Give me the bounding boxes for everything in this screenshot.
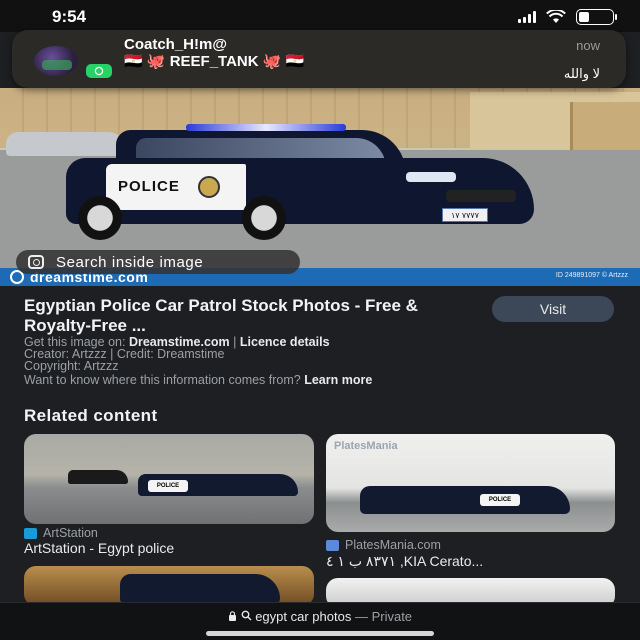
- status-time: 9:54: [52, 7, 87, 26]
- related-image[interactable]: POLICE: [24, 434, 314, 524]
- police-car: [120, 574, 280, 604]
- notification-banner[interactable]: Coatch_H!m@ 🇪🇬 🐙 REEF_TANK 🐙 🇪🇬 now لا و…: [12, 30, 626, 88]
- watermark-id: ID 249891097 © Artzzz: [555, 272, 628, 279]
- grille: [446, 190, 516, 202]
- visit-button[interactable]: Visit: [492, 296, 614, 322]
- search-inside-image-label: Search inside image: [56, 253, 204, 271]
- battery-icon: [576, 9, 617, 25]
- platesmania-watermark: PlatesMania: [334, 440, 398, 452]
- cellular-signal-icon: [518, 11, 536, 23]
- police-car: POLICE ٧٧٧٧ ١٧: [66, 124, 534, 240]
- wifi-icon: [546, 10, 566, 23]
- related-source[interactable]: PlatesMania.com: [326, 538, 441, 552]
- notification-subtitle: 🇪🇬 🐙 REEF_TANK 🐙 🇪🇬: [124, 53, 305, 70]
- police-label: POLICE: [148, 480, 188, 492]
- related-title[interactable]: ٨٣٧١ ب ١ ٤ ,KIA Cerato...: [326, 553, 483, 570]
- search-icon: [241, 609, 256, 624]
- background-car: [68, 470, 128, 484]
- search-inside-image-button[interactable]: Search inside image: [16, 250, 300, 274]
- light-bar: [186, 124, 346, 131]
- lens-icon: [28, 255, 44, 269]
- police-car: POLICE: [138, 474, 298, 496]
- home-indicator[interactable]: [206, 631, 434, 636]
- police-label: POLICE: [118, 178, 180, 195]
- private-mode-label: Private: [371, 609, 413, 624]
- license-plate: ٧٧٧٧ ١٧: [442, 208, 488, 222]
- info-line: Want to know where this information come…: [24, 373, 373, 387]
- status-bar: 9:54: [0, 0, 640, 32]
- notification-time: now: [576, 38, 600, 53]
- background-building: [570, 102, 640, 152]
- police-emblem-icon: [198, 176, 220, 198]
- copyright-line: Copyright: Artzzz: [24, 359, 119, 373]
- url-text: egypt car photos: [255, 609, 352, 624]
- police-label: POLICE: [480, 494, 520, 506]
- avatar: [34, 46, 78, 76]
- bottom-url-bar[interactable]: egypt car photos — Private: [0, 602, 640, 640]
- artstation-icon: [24, 527, 37, 539]
- front-wheel: [242, 196, 286, 240]
- licence-details-link[interactable]: Licence details: [240, 335, 330, 349]
- rear-wheel: [78, 196, 122, 240]
- notification-title: Coatch_H!m@: [124, 36, 227, 53]
- related-content-heading: Related content: [24, 406, 158, 425]
- related-image[interactable]: PlatesMania POLICE: [326, 434, 615, 532]
- notification-body: لا والله: [563, 66, 600, 81]
- police-car: POLICE: [360, 486, 570, 514]
- result-title[interactable]: Egyptian Police Car Patrol Stock Photos …: [24, 296, 474, 336]
- url-dash: —: [354, 609, 368, 624]
- related-image[interactable]: [24, 566, 314, 606]
- lock-icon: [228, 609, 241, 624]
- url-row[interactable]: egypt car photos — Private: [0, 609, 640, 624]
- whatsapp-icon: [86, 64, 112, 78]
- related-source[interactable]: ArtStation: [24, 526, 98, 540]
- related-title[interactable]: ArtStation - Egypt police: [24, 540, 174, 556]
- learn-more-link[interactable]: Learn more: [304, 373, 372, 387]
- platesmania-icon: [326, 539, 339, 551]
- status-icons: [518, 9, 617, 25]
- headlight: [406, 172, 456, 182]
